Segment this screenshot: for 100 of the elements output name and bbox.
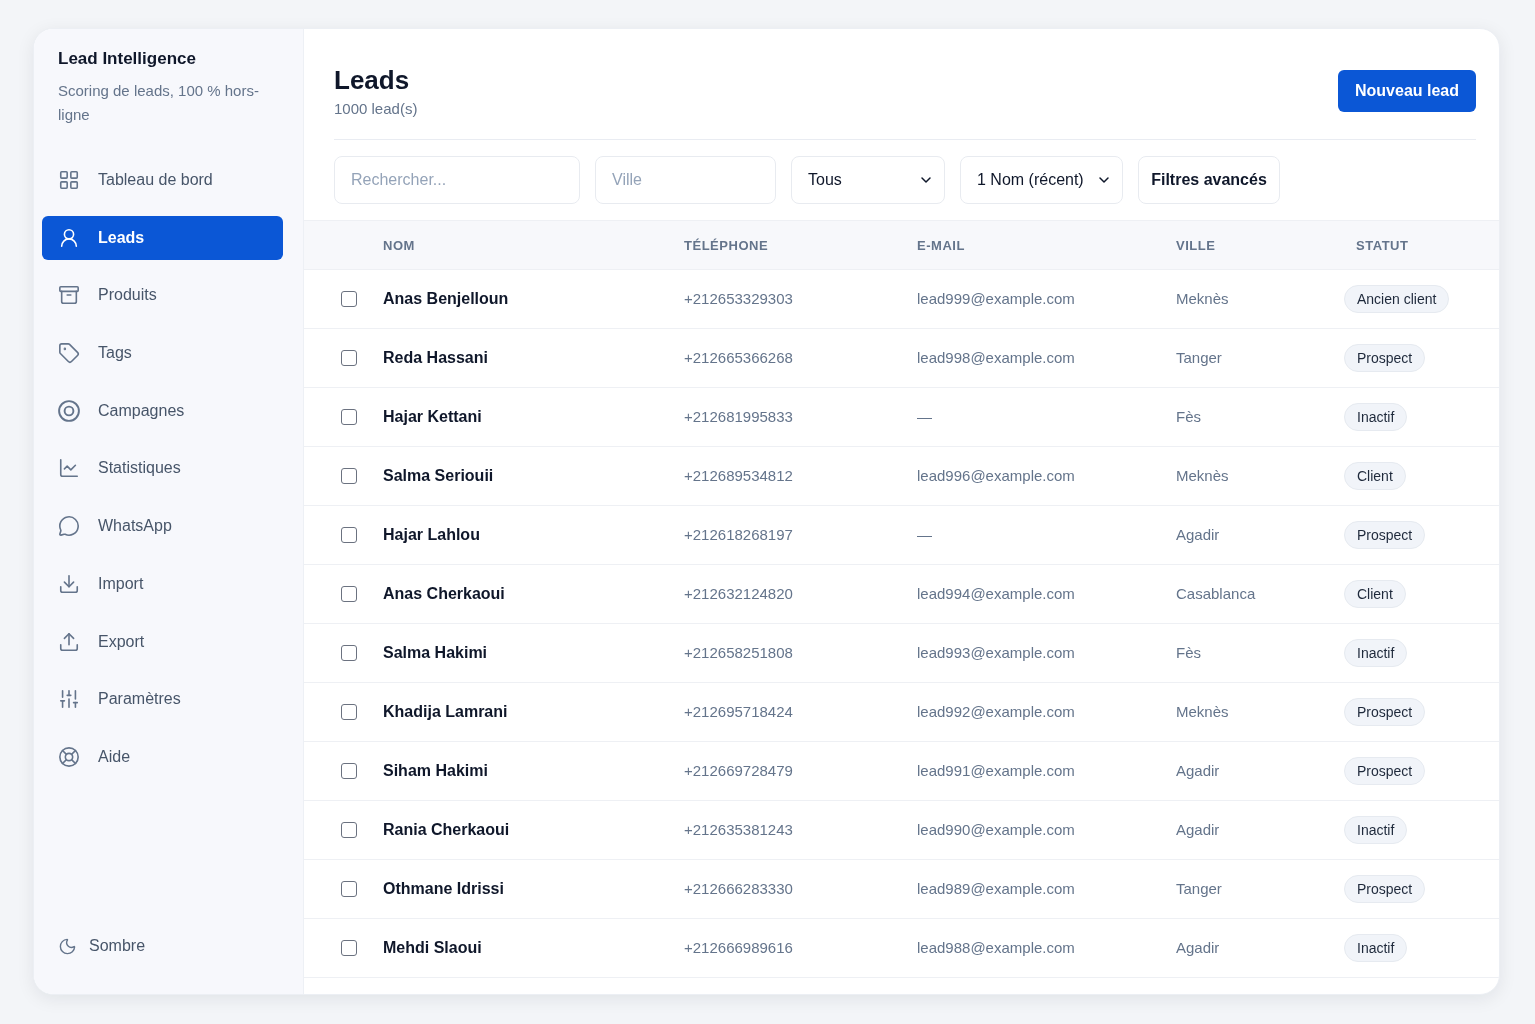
- nav-item[interactable]: WhatsApp: [42, 504, 283, 549]
- nav-item[interactable]: Leads: [42, 215, 283, 260]
- lead-name: Mehdi Slaoui: [383, 939, 482, 956]
- row-checkbox[interactable]: [341, 822, 357, 838]
- email-address: lead991@example.com: [917, 762, 1075, 779]
- moon-icon: [58, 936, 77, 956]
- email-address: lead988@example.com: [917, 939, 1075, 956]
- phone-number: +212635381243: [684, 821, 793, 838]
- row-checkbox[interactable]: [341, 704, 357, 720]
- status-badge: Client: [1344, 462, 1406, 490]
- column-header: NOM: [383, 238, 415, 253]
- status-badge: Prospect: [1344, 521, 1426, 549]
- sliders-icon: [58, 688, 80, 711]
- email-address: lead994@example.com: [917, 585, 1075, 602]
- advanced-filters-button[interactable]: Filtres avancés: [1138, 156, 1280, 204]
- column-header: E-MAIL: [917, 238, 965, 253]
- lead-name: Siham Hakimi: [383, 762, 488, 779]
- phone-number: +212669728479: [684, 762, 793, 779]
- column-header: VILLE: [1176, 238, 1216, 253]
- phone-number: +212653329303: [684, 290, 793, 307]
- line-chart-icon: [58, 457, 80, 480]
- email-address: lead996@example.com: [917, 467, 1075, 484]
- city-name: Meknès: [1176, 290, 1229, 307]
- nav-item[interactable]: Tableau de bord: [42, 158, 283, 202]
- email-address: lead993@example.com: [917, 644, 1075, 661]
- download-icon: [58, 572, 80, 595]
- status-badge: Prospect: [1344, 344, 1426, 372]
- status-badge: Prospect: [1344, 875, 1426, 903]
- row-checkbox[interactable]: [341, 763, 357, 779]
- app-title: Lead Intelligence: [58, 48, 197, 70]
- column-header: TÉLÉPHONE: [684, 238, 769, 253]
- row-checkbox[interactable]: [341, 645, 357, 661]
- row-checkbox[interactable]: [341, 940, 357, 956]
- lead-name: Salma Seriouii: [383, 467, 494, 484]
- nav-item[interactable]: Export: [42, 619, 283, 664]
- status-badge: Inactif: [1344, 403, 1408, 431]
- city-name: Agadir: [1176, 821, 1220, 838]
- lead-name: Hajar Kettani: [383, 408, 482, 425]
- archive-box-icon: [58, 284, 80, 307]
- city-name: Meknès: [1176, 467, 1229, 484]
- email-address: lead992@example.com: [917, 703, 1075, 720]
- city-field[interactable]: Ville: [595, 156, 776, 204]
- status-badge: Inactif: [1344, 934, 1408, 962]
- phone-number: +212666989616: [684, 939, 793, 956]
- phone-number: +212681995833: [684, 408, 793, 425]
- city-name: Tanger: [1176, 349, 1222, 366]
- email-address: lead990@example.com: [917, 821, 1075, 838]
- app-subtitle: Scoring de leads, 100 % hors-ligne: [58, 81, 260, 125]
- user-icon: [58, 226, 80, 249]
- status-select[interactable]: Tous: [791, 156, 945, 204]
- lead-name: Anas Cherkaoui: [383, 585, 505, 602]
- sort-select[interactable]: 1 Nom (récent): [960, 156, 1123, 204]
- row-checkbox[interactable]: [341, 350, 357, 366]
- lifebuoy-icon: [58, 745, 80, 768]
- theme-toggle[interactable]: Sombre: [58, 934, 146, 958]
- speech-bubble-icon: [58, 515, 80, 538]
- city-name: Tanger: [1176, 880, 1222, 897]
- lead-name: Rania Cherkaoui: [383, 821, 510, 838]
- lead-name: Othmane Idrissi: [383, 880, 504, 897]
- nav-item[interactable]: Paramètres: [42, 677, 283, 722]
- lead-name: Salma Hakimi: [383, 644, 488, 661]
- city-name: Agadir: [1176, 939, 1220, 956]
- city-name: Casablanca: [1176, 585, 1256, 602]
- row-checkbox[interactable]: [341, 586, 357, 602]
- nav-item[interactable]: Import: [42, 561, 283, 606]
- city-name: Meknès: [1176, 703, 1229, 720]
- phone-number: +212689534812: [684, 467, 793, 484]
- email-address: lead998@example.com: [917, 349, 1075, 366]
- row-checkbox[interactable]: [341, 881, 357, 897]
- row-checkbox[interactable]: [341, 468, 357, 484]
- nav-item[interactable]: Tags: [42, 331, 283, 376]
- email-address: —: [917, 526, 932, 543]
- status-badge: Ancien client: [1344, 285, 1450, 313]
- lead-name: Khadija Lamrani: [383, 703, 508, 720]
- row-checkbox[interactable]: [341, 409, 357, 425]
- phone-number: +212666283330: [684, 880, 793, 897]
- ring-icon: [58, 399, 80, 422]
- lead-name: Hajar Lahlou: [383, 526, 480, 543]
- phone-number: +212618268197: [684, 526, 793, 543]
- city-name: Agadir: [1176, 526, 1220, 543]
- status-badge: Prospect: [1344, 757, 1426, 785]
- nav-item[interactable]: Produits: [42, 273, 283, 318]
- grid-icon: [58, 169, 80, 191]
- search-field[interactable]: Rechercher...: [334, 156, 580, 204]
- phone-number: +212665366268: [684, 349, 793, 366]
- new-lead-button[interactable]: Nouveau lead: [1338, 70, 1476, 112]
- city-name: Agadir: [1176, 762, 1220, 779]
- column-header: STATUT: [1356, 238, 1409, 253]
- nav-item[interactable]: Aide: [42, 734, 283, 779]
- nav-item[interactable]: Statistiques: [42, 446, 283, 491]
- status-badge: Inactif: [1344, 639, 1408, 667]
- row-checkbox[interactable]: [341, 527, 357, 543]
- page-title: Leads: [334, 64, 411, 97]
- phone-number: +212658251808: [684, 644, 793, 661]
- email-address: lead989@example.com: [917, 880, 1075, 897]
- phone-number: +212695718424: [684, 703, 793, 720]
- tag-icon: [58, 342, 80, 365]
- row-checkbox[interactable]: [341, 291, 357, 307]
- nav-item[interactable]: Campagnes: [42, 388, 283, 433]
- email-address: lead999@example.com: [917, 290, 1075, 307]
